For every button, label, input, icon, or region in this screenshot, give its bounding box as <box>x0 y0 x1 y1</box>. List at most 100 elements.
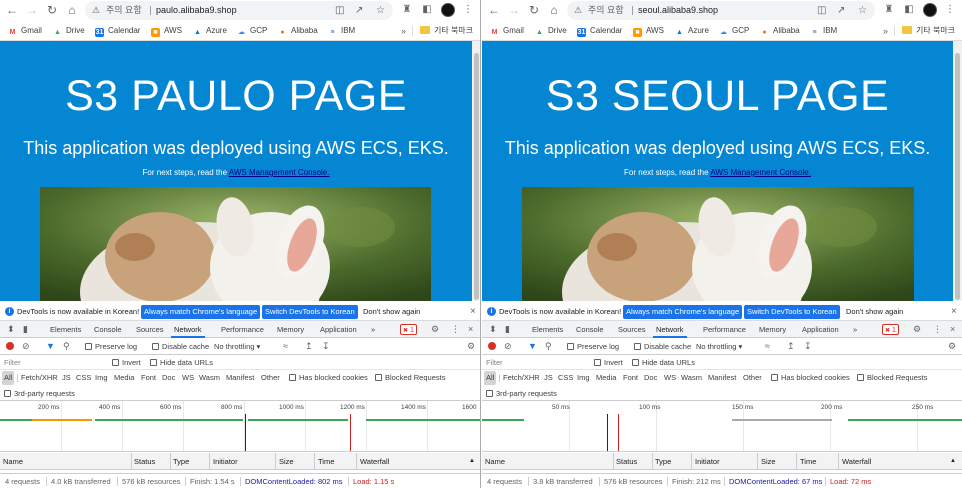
bookmarks-overflow-chevron[interactable]: » <box>401 21 406 40</box>
type-manifest[interactable]: Manifest <box>708 370 736 386</box>
error-count-badge[interactable]: ✖ 1 <box>882 324 899 335</box>
other-bookmarks[interactable]: 기타 북마크 <box>902 21 955 40</box>
star-icon[interactable]: ☆ <box>858 1 867 20</box>
type-fetch-xhr[interactable]: Fetch/XHR <box>503 370 540 386</box>
tab-elements[interactable]: Elements <box>532 321 563 338</box>
aws-console-link[interactable]: AWS Management Console. <box>229 168 330 177</box>
record-icon[interactable] <box>488 342 496 350</box>
home-icon[interactable]: ⌂ <box>64 2 80 18</box>
sort-arrow-icon[interactable]: ▲ <box>950 453 956 470</box>
bookmark-azure[interactable]: ▲ Azure <box>193 21 227 40</box>
other-bookmarks[interactable]: 기타 북마크 <box>420 21 473 40</box>
type-wasm[interactable]: Wasm <box>681 370 702 386</box>
bookmark-alibaba[interactable]: ● Alibaba <box>278 21 317 40</box>
bookmark-ibm[interactable]: ≡ IBM <box>810 21 837 40</box>
type-all[interactable]: All <box>2 371 15 385</box>
preserve-log-checkbox[interactable]: Preserve log <box>567 338 619 355</box>
clear-icon[interactable]: ⊘ <box>22 338 30 355</box>
address-bar[interactable]: ⚠ 주의 요함 seoul.alibaba9.shop ◫ ↗ ☆ <box>567 1 875 20</box>
preserve-log-checkbox[interactable]: Preserve log <box>85 338 137 355</box>
tab-console[interactable]: Console <box>576 321 604 338</box>
clear-icon[interactable]: ⊘ <box>504 338 512 355</box>
throttling-select[interactable]: No throttling ▾ <box>696 338 742 355</box>
col-status[interactable]: Status <box>616 453 637 470</box>
col-type[interactable]: Type <box>655 453 671 470</box>
devtools-menu-icon[interactable]: ⋮ <box>933 321 942 338</box>
scrollbar-thumb[interactable] <box>955 53 960 300</box>
translate-icon[interactable]: ◫ <box>817 1 826 20</box>
share-icon[interactable]: ↗ <box>355 1 363 20</box>
forward-arrow-icon[interactable]: → <box>506 2 522 18</box>
type-media[interactable]: Media <box>114 370 134 386</box>
import-har-icon[interactable]: ↥ <box>305 338 313 355</box>
bookmark-azure[interactable]: ▲ Azure <box>675 21 709 40</box>
import-har-icon[interactable]: ↥ <box>787 338 795 355</box>
bookmark-calendar[interactable]: 31 Calendar <box>95 21 140 40</box>
type-other[interactable]: Other <box>743 370 762 386</box>
bookmark-drive[interactable]: ▲ Drive <box>535 21 567 40</box>
third-party-checkbox[interactable]: 3rd-party requests <box>4 386 75 401</box>
tab-console[interactable]: Console <box>94 321 122 338</box>
type-img[interactable]: Img <box>577 370 590 386</box>
device-toolbar-icon[interactable]: ▮ <box>23 321 28 338</box>
record-icon[interactable] <box>6 342 14 350</box>
translate-icon[interactable]: ◫ <box>335 1 344 20</box>
export-har-icon[interactable]: ↧ <box>804 338 812 355</box>
share-icon[interactable]: ↗ <box>837 1 845 20</box>
col-type[interactable]: Type <box>173 453 189 470</box>
tab-network[interactable]: Network <box>171 321 205 338</box>
dont-show-again-link[interactable]: Don't show again <box>846 303 903 321</box>
filter-funnel-icon[interactable]: ▼ <box>528 338 537 355</box>
has-blocked-cookies-checkbox[interactable]: Has blocked cookies <box>771 370 850 386</box>
tab-application[interactable]: Application <box>320 321 357 338</box>
type-js[interactable]: JS <box>544 370 553 386</box>
type-wasm[interactable]: Wasm <box>199 370 220 386</box>
scrollbar-thumb[interactable] <box>474 53 479 300</box>
col-status[interactable]: Status <box>134 453 155 470</box>
network-conditions-icon[interactable]: ≈ <box>283 338 288 355</box>
home-icon[interactable]: ⌂ <box>546 2 562 18</box>
bookmark-gmail[interactable]: M Gmail <box>8 21 42 40</box>
switch-to-korean-button[interactable]: Switch DevTools to Korean <box>262 305 358 319</box>
type-all[interactable]: All <box>484 371 497 385</box>
switch-to-korean-button[interactable]: Switch DevTools to Korean <box>744 305 840 319</box>
col-name[interactable]: Name <box>485 453 505 470</box>
type-other[interactable]: Other <box>261 370 280 386</box>
bookmark-alibaba[interactable]: ● Alibaba <box>760 21 799 40</box>
filter-input[interactable]: Filter <box>483 357 585 368</box>
type-media[interactable]: Media <box>596 370 616 386</box>
error-count-badge[interactable]: ✖ 1 <box>400 324 417 335</box>
filter-funnel-icon[interactable]: ▼ <box>46 338 55 355</box>
address-bar[interactable]: ⚠ 주의 요함 paulo.alibaba9.shop ◫ ↗ ☆ <box>85 1 393 20</box>
tab-performance[interactable]: Performance <box>703 321 746 338</box>
type-manifest[interactable]: Manifest <box>226 370 254 386</box>
extensions-icon[interactable]: ♜ <box>399 2 415 18</box>
settings-gear-icon[interactable]: ⚙ <box>913 321 921 338</box>
more-tabs-chevron[interactable]: » <box>853 321 857 338</box>
col-size[interactable]: Size <box>279 453 294 470</box>
invert-checkbox[interactable]: Invert <box>594 355 623 370</box>
url-text[interactable]: paulo.alibaba9.shop <box>156 1 237 20</box>
tab-elements[interactable]: Elements <box>50 321 81 338</box>
blocked-requests-checkbox[interactable]: Blocked Requests <box>375 370 445 386</box>
col-name[interactable]: Name <box>3 453 23 470</box>
type-ws[interactable]: WS <box>664 370 676 386</box>
device-toolbar-icon[interactable]: ▮ <box>505 321 510 338</box>
profile-avatar[interactable] <box>923 3 937 17</box>
reload-icon[interactable]: ↻ <box>526 2 542 18</box>
back-arrow-icon[interactable]: ← <box>4 2 20 18</box>
inspect-element-icon[interactable]: ⬍ <box>489 321 497 338</box>
devtools-menu-icon[interactable]: ⋮ <box>451 321 460 338</box>
tab-memory[interactable]: Memory <box>759 321 786 338</box>
has-blocked-cookies-checkbox[interactable]: Has blocked cookies <box>289 370 368 386</box>
col-waterfall[interactable]: Waterfall <box>360 453 389 470</box>
type-ws[interactable]: WS <box>182 370 194 386</box>
url-text[interactable]: seoul.alibaba9.shop <box>638 1 718 20</box>
type-css[interactable]: CSS <box>558 370 573 386</box>
menu-kebab-icon[interactable]: ⋮ <box>460 2 476 18</box>
third-party-checkbox[interactable]: 3rd-party requests <box>486 386 557 401</box>
col-time[interactable]: Time <box>318 453 334 470</box>
type-img[interactable]: Img <box>95 370 108 386</box>
bookmark-calendar[interactable]: 31 Calendar <box>577 21 622 40</box>
close-devtools-icon[interactable]: × <box>950 321 955 338</box>
